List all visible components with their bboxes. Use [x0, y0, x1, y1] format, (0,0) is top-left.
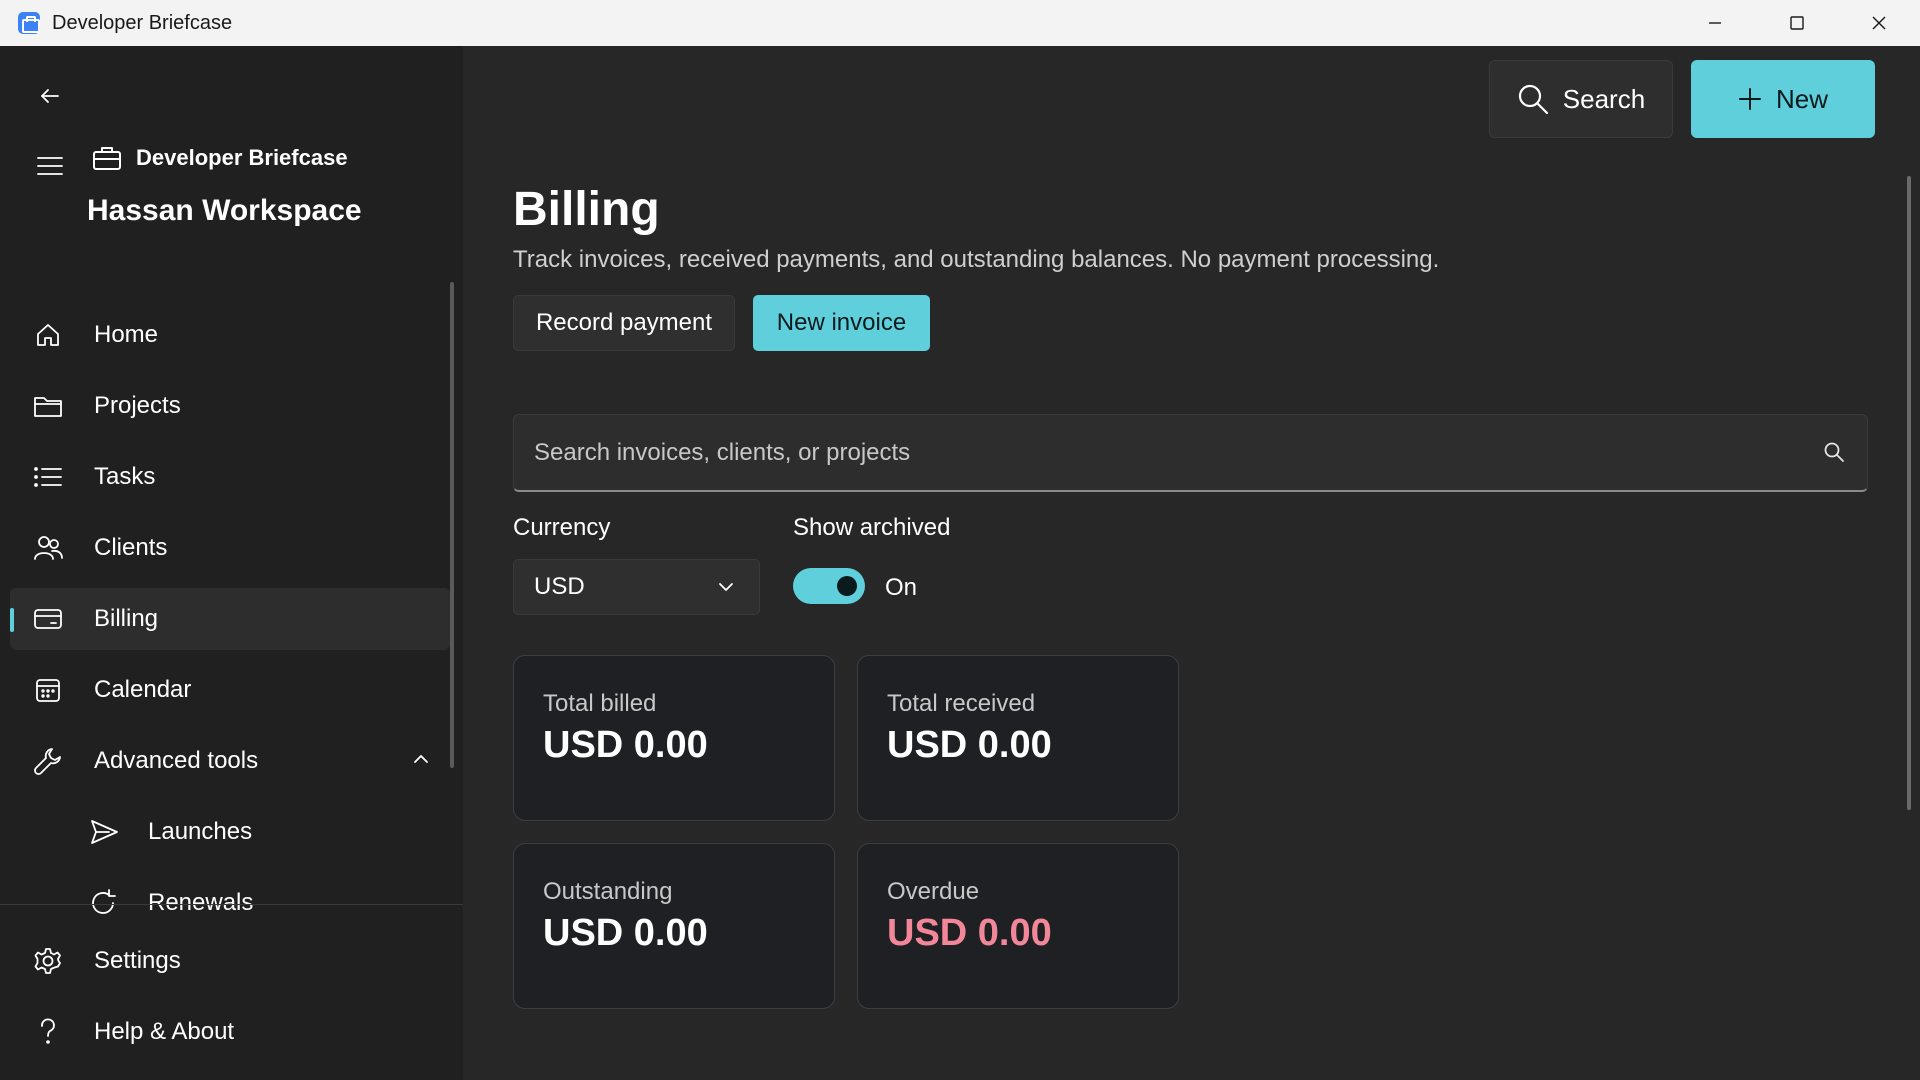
currency-value: USD [534, 573, 585, 600]
show-archived-toggle[interactable] [793, 568, 865, 604]
sidebar-item-billing[interactable]: Billing [10, 588, 450, 650]
search-placeholder: Search invoices, clients, or projects [534, 438, 911, 466]
card-label: Total received [887, 690, 1036, 717]
sidebar-footer: Settings Help & About [10, 930, 450, 1072]
calendar-icon [32, 674, 64, 706]
back-button[interactable] [30, 76, 70, 116]
app-icon [18, 12, 40, 34]
folder-icon [32, 390, 64, 422]
search-icon[interactable] [1823, 441, 1845, 463]
sidebar-item-label: Advanced tools [94, 747, 259, 774]
sidebar-item-projects[interactable]: Projects [10, 375, 450, 437]
sidebar-item-help-about[interactable]: Help & About [10, 1001, 450, 1063]
card-value: USD 0.00 [543, 724, 708, 766]
sidebar-item-calendar[interactable]: Calendar [10, 659, 450, 721]
toggle-state-label: On [885, 574, 918, 601]
sidebar-divider [0, 904, 463, 905]
send-icon [88, 816, 120, 848]
invoice-search-input[interactable]: Search invoices, clients, or projects [513, 414, 1868, 492]
sidebar-item-label: Projects [94, 392, 181, 419]
card-icon [32, 603, 64, 635]
card-value: USD 0.00 [543, 912, 708, 954]
new-button[interactable]: New [1691, 60, 1875, 138]
sidebar-item-settings[interactable]: Settings [10, 930, 450, 992]
briefcase-icon [93, 147, 121, 170]
back-arrow-icon [41, 89, 59, 103]
brand-label: Developer Briefcase [136, 145, 348, 170]
sidebar-item-label: Help & About [94, 1018, 235, 1045]
new-invoice-button[interactable]: New invoice [753, 295, 930, 351]
sidebar-item-label: Launches [148, 818, 253, 845]
sidebar-item-tasks[interactable]: Tasks [10, 446, 450, 508]
sidebar-item-launches[interactable]: Launches [10, 801, 450, 863]
show-archived-label: Show archived [793, 514, 951, 541]
close-button[interactable] [1838, 0, 1920, 46]
window-title: Developer Briefcase [52, 11, 233, 34]
close-icon [1872, 16, 1886, 30]
toggle-knob [837, 576, 857, 596]
main-content: Search New Billing Track invoices, recei… [463, 46, 1920, 1080]
wrench-icon [32, 745, 64, 777]
sidebar-item-home[interactable]: Home [10, 304, 450, 366]
sidebar: Developer Briefcase Hassan Workspace Hom… [0, 46, 463, 1080]
brand: Developer Briefcase [92, 144, 348, 172]
main-scrollbar[interactable] [1907, 176, 1911, 810]
refresh-icon [88, 887, 120, 919]
record-payment-button[interactable]: Record payment [513, 295, 735, 351]
total-received-card: Total received USD 0.00 [857, 655, 1179, 821]
sidebar-item-label: Renewals [148, 889, 254, 916]
workspace-name: Hassan Workspace [87, 194, 362, 227]
sidebar-item-label: Clients [94, 534, 168, 561]
sidebar-item-renewals[interactable]: Renewals [10, 872, 450, 934]
outstanding-card: Outstanding USD 0.00 [513, 843, 835, 1009]
sidebar-item-label: Calendar [94, 676, 192, 703]
search-icon [1518, 84, 1548, 115]
card-label: Outstanding [543, 878, 673, 905]
sidebar-nav: Home Projects Tasks Clients Billing Cale… [10, 304, 450, 943]
maximize-icon [1790, 16, 1804, 30]
sidebar-item-clients[interactable]: Clients [10, 517, 450, 579]
chevron-up-icon[interactable] [412, 752, 430, 770]
sidebar-item-label: Settings [94, 947, 181, 974]
people-icon [32, 532, 64, 564]
question-icon [32, 1016, 64, 1048]
card-label: Overdue [887, 878, 980, 905]
currency-select[interactable]: USD [513, 559, 760, 615]
total-billed-card: Total billed USD 0.00 [513, 655, 835, 821]
sidebar-scrollbar[interactable] [450, 282, 454, 768]
search-button-label: Search [1562, 83, 1646, 114]
card-label: Total billed [543, 690, 657, 717]
overdue-card: Overdue USD 0.00 [857, 843, 1179, 1009]
minimize-button[interactable] [1674, 0, 1756, 46]
sidebar-item-advanced-tools[interactable]: Advanced tools [10, 730, 450, 792]
global-search-button[interactable]: Search [1489, 60, 1673, 138]
maximize-button[interactable] [1756, 0, 1838, 46]
window-controls [1674, 0, 1920, 46]
minimize-icon [1709, 22, 1721, 24]
title-bar: Developer Briefcase [0, 0, 1920, 46]
sidebar-item-label: Billing [94, 605, 159, 632]
card-value: USD 0.00 [887, 724, 1052, 766]
list-icon [32, 461, 64, 493]
menu-toggle-button[interactable] [30, 146, 70, 186]
chevron-down-icon [719, 583, 733, 591]
card-value: USD 0.00 [887, 912, 1052, 954]
currency-label: Currency [513, 514, 611, 541]
hamburger-icon [37, 157, 63, 175]
plus-icon [1738, 88, 1761, 110]
gear-icon [32, 945, 64, 977]
page-title: Billing [513, 183, 660, 236]
sidebar-item-label: Home [94, 321, 159, 348]
new-button-label: New [1775, 83, 1828, 114]
page-subtitle: Track invoices, received payments, and o… [513, 246, 1440, 273]
sidebar-item-label: Tasks [94, 463, 156, 490]
home-icon [32, 319, 64, 351]
